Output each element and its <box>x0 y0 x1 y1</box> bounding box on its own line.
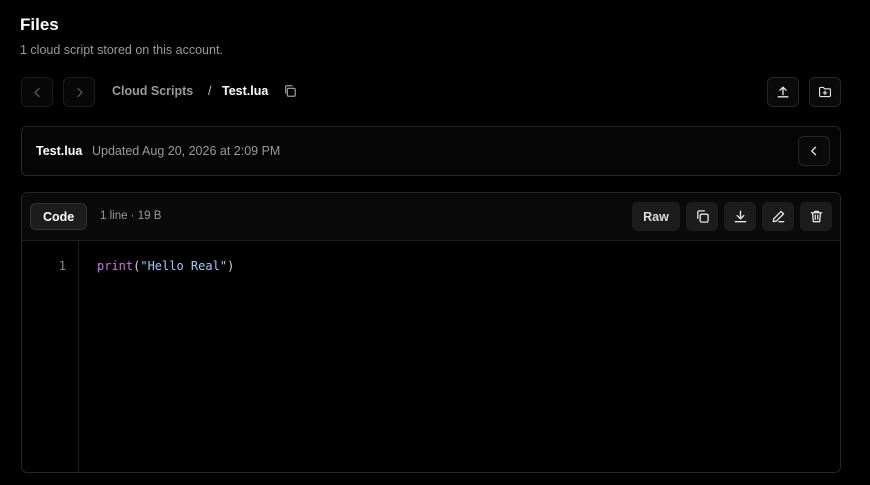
delete-button[interactable] <box>800 202 832 231</box>
code-token-string: "Hello Real" <box>140 259 228 273</box>
file-meta: 1 line · 19 B <box>100 210 162 222</box>
edit-icon <box>772 210 784 223</box>
chevron-left-icon <box>33 87 40 97</box>
copy-code-button[interactable] <box>686 202 718 231</box>
copy-path-button[interactable] <box>283 84 297 98</box>
line-number: 1 <box>58 259 66 273</box>
upload-icon <box>777 86 789 98</box>
line-gutter: 1 <box>22 241 79 472</box>
code-token-function: print <box>97 259 134 273</box>
back-button[interactable] <box>21 77 53 107</box>
code-line[interactable]: print("Hello Real") <box>97 259 234 273</box>
copy-icon <box>285 85 296 97</box>
trash-icon <box>810 210 822 223</box>
file-updated: Updated Aug 20, 2026 at 2:09 PM <box>92 144 281 158</box>
code-tab[interactable]: Code <box>30 203 88 230</box>
download-icon <box>734 210 746 223</box>
collapse-button[interactable] <box>798 136 830 166</box>
code-panel: Code 1 line · 19 B Raw 1 print("Hello Re… <box>21 192 841 473</box>
upload-button[interactable] <box>767 77 799 107</box>
page-title: Files <box>20 15 59 34</box>
raw-button[interactable]: Raw <box>632 202 680 231</box>
new-folder-button[interactable] <box>809 77 841 107</box>
code-toolbar: Code 1 line · 19 B Raw <box>22 193 840 241</box>
page-subtitle: 1 cloud script stored on this account. <box>20 43 223 57</box>
code-token-paren-close: ) <box>227 259 235 273</box>
files-page: Files 1 cloud script stored on this acco… <box>0 0 870 485</box>
chevron-right-icon <box>76 87 83 97</box>
breadcrumb-root[interactable]: Cloud Scripts <box>112 84 193 98</box>
file-info-card: Test.lua Updated Aug 20, 2026 at 2:09 PM <box>21 126 841 176</box>
copy-icon <box>696 210 709 223</box>
breadcrumb-current: Test.lua <box>222 84 269 98</box>
download-button[interactable] <box>724 202 756 231</box>
edit-button[interactable] <box>762 202 794 231</box>
breadcrumb-separator: / <box>208 84 212 98</box>
folder-plus-icon <box>819 86 831 98</box>
forward-button[interactable] <box>63 77 95 107</box>
file-name: Test.lua <box>36 144 83 158</box>
chevron-left-icon <box>811 146 817 156</box>
